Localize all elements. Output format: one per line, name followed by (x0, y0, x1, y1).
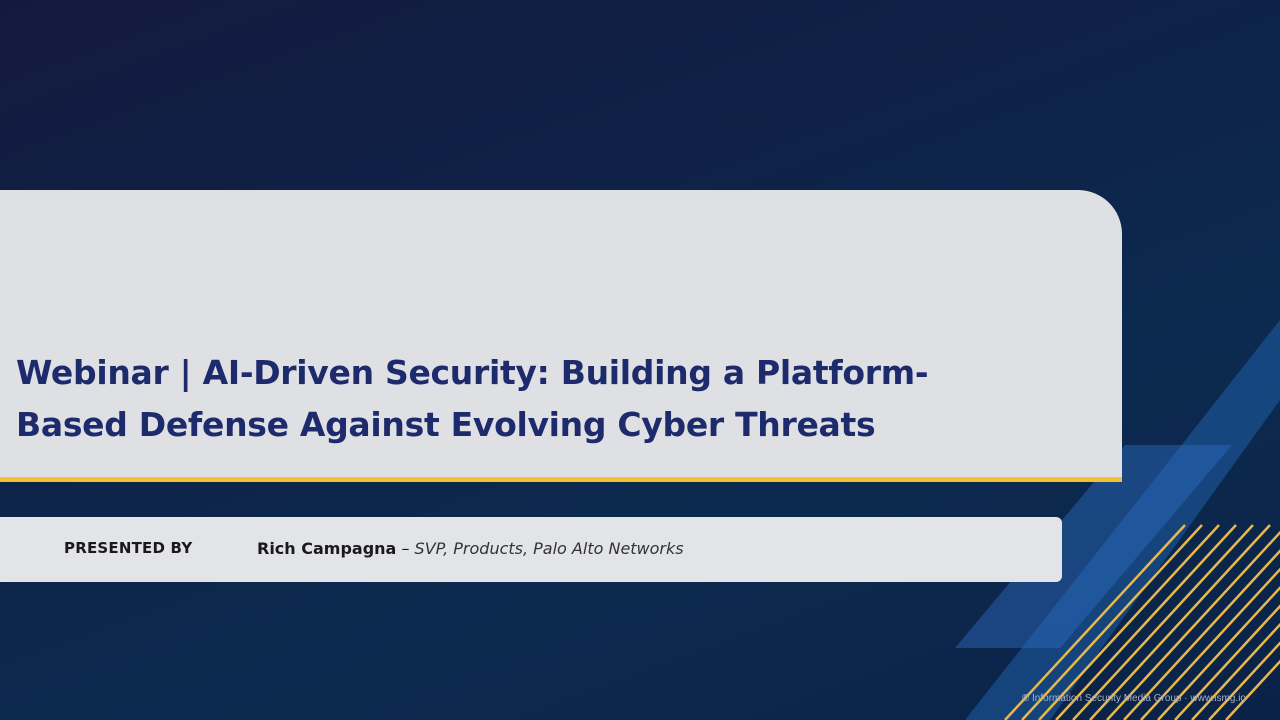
yellow-stripe (1225, 659, 1280, 720)
presenter-role: SVP, Products, Palo Alto Networks (414, 539, 684, 558)
slide-title: Webinar | AI-Driven Security: Building a… (16, 353, 929, 444)
presented-by-label: PRESENTED BY (64, 539, 193, 557)
presenter-card: PRESENTED BY Rich Campagna – SVP, Produc… (0, 517, 1062, 582)
presenter-dash: – (401, 539, 410, 558)
title-card: Webinar | AI-Driven Security: Building a… (0, 190, 1122, 482)
presenter-name: Rich Campagna (257, 539, 397, 558)
presenter-line: Rich Campagna – SVP, Products, Palo Alto… (257, 539, 684, 558)
copyright-footer: © Information Security Media Group · www… (1021, 693, 1246, 704)
slide: Webinar | AI-Driven Security: Building a… (0, 0, 1280, 720)
